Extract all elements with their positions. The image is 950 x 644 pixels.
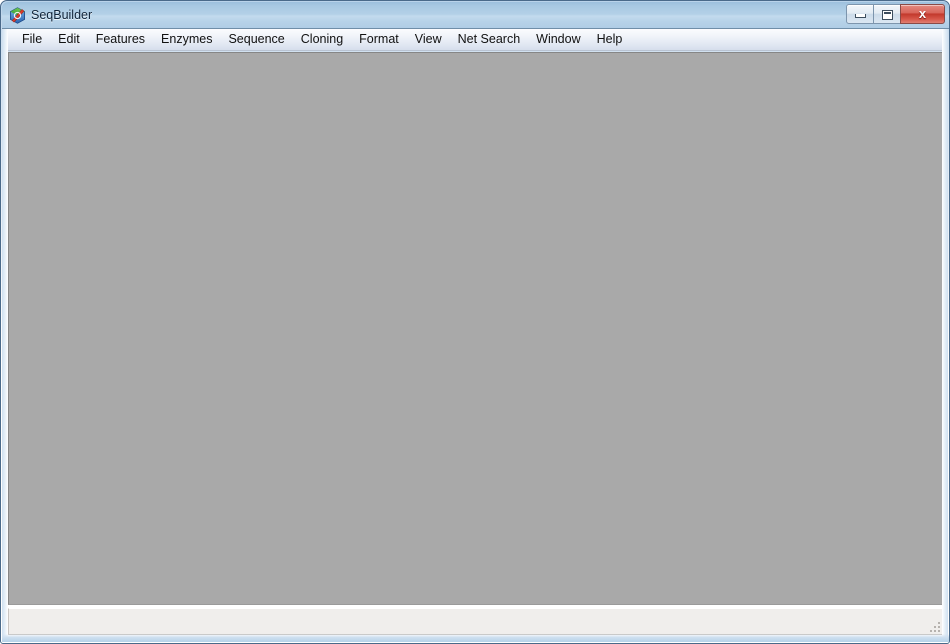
- seqbuilder-logo-icon: [9, 7, 26, 24]
- application-window: SeqBuilder x File Edit Features Enzymes …: [0, 0, 950, 644]
- maximize-button[interactable]: [873, 4, 901, 24]
- mdi-client-frame: [8, 52, 944, 605]
- window-title: SeqBuilder: [31, 6, 92, 25]
- menu-item-help[interactable]: Help: [589, 30, 631, 50]
- menu-item-window[interactable]: Window: [528, 30, 588, 50]
- minimize-button[interactable]: [846, 4, 874, 24]
- menu-item-cloning[interactable]: Cloning: [293, 30, 351, 50]
- resize-grip[interactable]: [926, 618, 940, 632]
- minimize-icon: [855, 14, 866, 18]
- status-bar: [8, 608, 944, 635]
- menu-item-net-search[interactable]: Net Search: [450, 30, 529, 50]
- menu-item-view[interactable]: View: [407, 30, 450, 50]
- maximize-icon: [882, 10, 893, 20]
- menu-item-format[interactable]: Format: [351, 30, 407, 50]
- menu-item-enzymes[interactable]: Enzymes: [153, 30, 220, 50]
- menu-bar: File Edit Features Enzymes Sequence Clon…: [5, 29, 947, 51]
- window-controls: x: [847, 4, 945, 26]
- close-icon: x: [901, 7, 944, 21]
- close-button[interactable]: x: [900, 4, 945, 24]
- menu-item-file[interactable]: File: [14, 30, 50, 50]
- mdi-client-area[interactable]: [9, 53, 943, 604]
- menu-item-edit[interactable]: Edit: [50, 30, 88, 50]
- title-bar[interactable]: SeqBuilder x: [2, 2, 950, 29]
- menu-item-features[interactable]: Features: [88, 30, 153, 50]
- window-bottom-edge: [2, 634, 950, 642]
- menu-item-sequence[interactable]: Sequence: [220, 30, 292, 50]
